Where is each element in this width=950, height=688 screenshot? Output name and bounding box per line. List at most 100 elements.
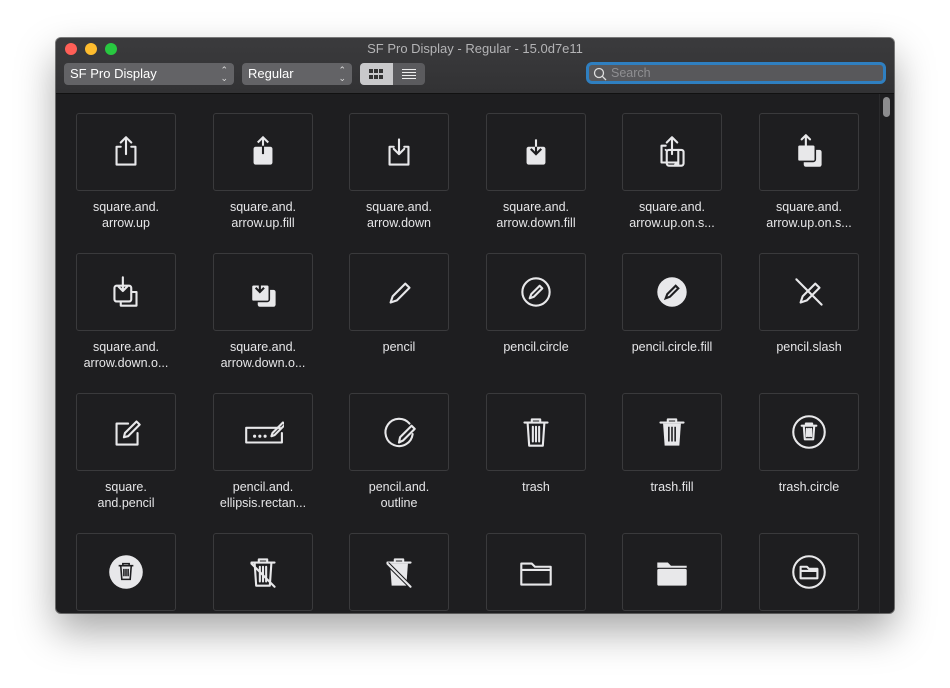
symbol-label-line: square.and. [775,200,843,214]
symbol-label-line: square.and. [229,340,297,354]
symbol-tile-square-arrow-up-on-square[interactable] [622,113,722,191]
scrollbar-thumb[interactable] [883,97,890,117]
app-window: SF Pro Display - Regular - 15.0d7e11 SF … [56,38,894,613]
square-arrow-down-fill-icon [526,139,546,165]
symbol-label: square.and. arrow.up.on.s... [607,199,737,231]
symbol-label-line: arrow.up.on.s... [629,216,715,230]
square-arrow-down-on-square-icon [113,276,138,307]
symbol-label-line: arrow.up [102,216,150,230]
square-arrow-up-icon [115,136,137,166]
folder-fill-icon [657,562,687,586]
trash-slash-fill-icon [385,558,413,589]
symbol-label-line: square.and. [638,200,706,214]
search-field[interactable]: Search [586,62,886,84]
symbol-tile-pencil-circle-fill[interactable] [622,253,722,331]
symbol-tile-folder-fill[interactable] [622,533,722,611]
square-arrow-up-fill-icon [253,135,273,165]
symbol-tile-pencil-outline[interactable] [349,393,449,471]
folder-icon [520,562,552,586]
symbol-label-line: square.and. [229,200,297,214]
symbol-tile-trash-fill[interactable] [622,393,722,471]
symbol-tile-square-arrow-up-fill[interactable] [213,113,313,191]
symbol-tile-pencil-ellipsis-rectangle[interactable] [213,393,313,471]
symbol-label: trash.fill [607,479,737,495]
square-arrow-up-on-square-icon [660,136,685,167]
symbol-tile-square-and-pencil[interactable] [76,393,176,471]
symbol-tile-pencil[interactable] [349,253,449,331]
symbol-label: pencil [334,339,464,355]
symbol-label-line: trash.circle [778,480,840,494]
view-mode-control[interactable] [360,63,425,85]
symbol-tile-folder-circle[interactable] [759,533,859,611]
symbol-label: pencil.and. outline [334,479,464,511]
symbol-tile-pencil-circle[interactable] [486,253,586,331]
symbol-label-line: square.and. [92,200,160,214]
symbol-label: square. and.pencil [61,479,191,511]
symbol-label-line: pencil.and. [368,480,430,494]
symbol-tile-square-arrow-down-on-square-fill[interactable] [213,253,313,331]
square-arrow-down-icon [388,138,410,166]
chevron-up-down-icon: ⌃ ⌄ [338,65,346,83]
symbol-tile-trash-slash[interactable] [213,533,313,611]
symbol-label-line: arrow.down [367,216,431,230]
symbol-label-line: trash.fill [650,480,694,494]
symbol-label: square.and. arrow.up.fill [198,199,328,231]
symbol-tile-trash-circle-fill[interactable] [76,533,176,611]
symbol-label-line: pencil.circle [503,340,569,354]
symbol-label: pencil.circle.fill [607,339,737,355]
symbol-label: pencil.circle [471,339,601,355]
symbol-label-line: arrow.down.fill [496,216,576,230]
search-placeholder: Search [611,66,651,80]
symbol-tile-folder[interactable] [486,533,586,611]
trash-slash-icon [250,558,276,588]
grid-view-button[interactable] [360,63,393,85]
symbol-tile-square-arrow-down-on-square[interactable] [76,253,176,331]
symbol-grid: square.and. arrow.up square.and. arrow.up.f… [56,94,880,613]
square-arrow-down-on-square-fill-icon [250,277,276,307]
square-arrow-up-on-square-fill-icon [796,134,822,167]
font-style-select[interactable]: Regular ⌃ ⌄ [242,63,352,85]
symbol-label: square.and. arrow.up [61,199,191,231]
trash-circle-fill-icon [109,555,143,589]
symbol-label-line: arrow.up.fill [231,216,295,230]
symbol-label-line: pencil.circle.fill [631,340,713,354]
symbol-label: square.and. arrow.down.fill [471,199,601,231]
symbol-label: trash.circle [744,479,874,495]
symbol-label: pencil.and. ellipsis.rectan... [198,479,328,511]
symbol-label-line: ellipsis.rectan... [219,496,307,510]
symbol-tile-square-arrow-up-on-square-fill[interactable] [759,113,859,191]
font-style-value: Regular [248,66,294,81]
square-and-pencil-icon [115,420,141,446]
symbol-tile-square-arrow-down-fill[interactable] [486,113,586,191]
trash-icon [523,418,549,447]
pencil-icon [389,282,411,304]
titlebar: SF Pro Display - Regular - 15.0d7e11 SF … [56,38,894,94]
symbol-label: square.and. arrow.down [334,199,464,231]
pencil-circle-fill-icon [657,277,687,307]
list-view-button[interactable] [393,63,426,85]
chevron-up-down-icon: ⌃ ⌄ [220,65,228,83]
window-title: SF Pro Display - Regular - 15.0d7e11 [367,41,583,56]
symbol-tile-trash[interactable] [486,393,586,471]
symbol-tile-square-arrow-up[interactable] [76,113,176,191]
grid-icon [369,69,384,79]
symbol-label-line: arrow.down.o... [83,356,169,370]
symbol-tile-trash-circle[interactable] [759,393,859,471]
symbol-label-line: trash [522,480,550,494]
symbol-label-line: square.and. [92,340,160,354]
symbol-label: square.and. arrow.down.o... [61,339,191,371]
search-icon [593,67,607,81]
symbol-tile-pencil-slash[interactable] [759,253,859,331]
symbol-label-line: pencil [382,340,416,354]
symbol-tile-square-arrow-down[interactable] [349,113,449,191]
pencil-slash-icon [795,278,823,306]
symbol-label-line: pencil.slash [776,340,842,354]
vertical-scrollbar[interactable] [879,94,894,613]
pencil-circle-icon [521,277,551,307]
symbol-label-line: and.pencil [97,496,155,510]
font-family-select[interactable]: SF Pro Display ⌃ ⌄ [64,63,234,85]
symbol-tile-trash-slash-fill[interactable] [349,533,449,611]
symbol-label-line: square.and. [502,200,570,214]
list-icon [401,69,416,79]
symbol-label: pencil.slash [744,339,874,355]
